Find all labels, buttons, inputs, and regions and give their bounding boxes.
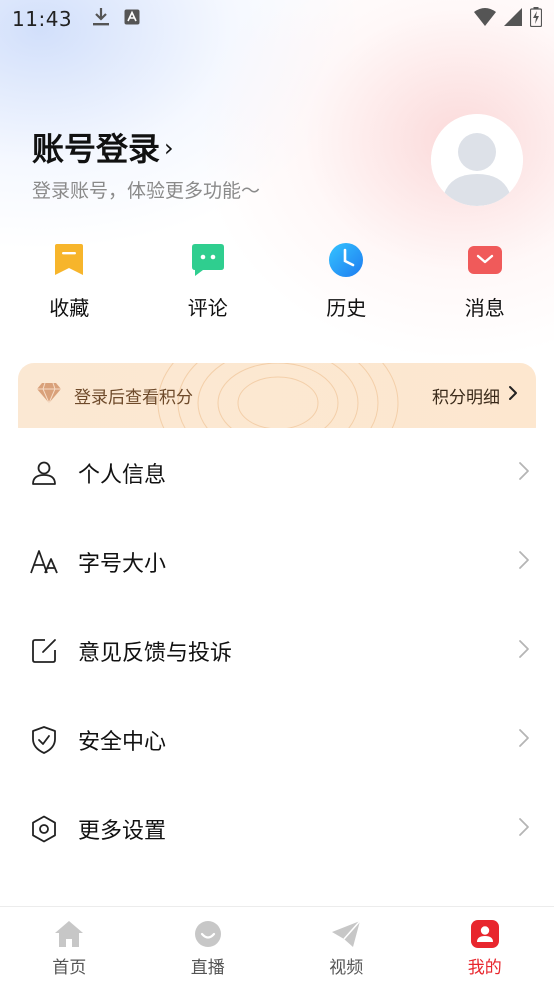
quick-action-favorites[interactable]: 收藏: [0, 242, 139, 322]
quick-action-comments[interactable]: 评论: [139, 242, 278, 322]
default-avatar-icon: [431, 114, 523, 206]
settings-icon: [30, 815, 58, 843]
settings-menu: 个人信息 字号大小 意见反馈与投诉 安全中心 更多设置: [0, 428, 554, 908]
chevron-right-icon: [518, 461, 530, 485]
live-icon: [193, 919, 223, 949]
tab-live[interactable]: 直播: [139, 907, 278, 984]
chevron-right-icon: [508, 385, 518, 405]
download-icon: [92, 7, 110, 31]
font-size-icon: [30, 548, 58, 576]
tab-video[interactable]: 视频: [277, 907, 416, 984]
status-time: 11:43: [12, 7, 73, 31]
menu-item-more-settings[interactable]: 更多设置: [0, 784, 554, 873]
login-title[interactable]: 账号登录 ›: [32, 124, 260, 170]
chevron-right-icon: [518, 550, 530, 574]
login-subtitle: 登录账号，体验更多功能～: [32, 180, 261, 202]
profile-icon: [470, 919, 500, 949]
menu-item-label: 更多设置: [78, 818, 167, 844]
quick-action-label: 历史: [326, 296, 367, 320]
menu-item-feedback[interactable]: 意见反馈与投诉: [0, 606, 554, 695]
signal-icon: [504, 8, 522, 30]
quick-action-label: 评论: [187, 296, 228, 320]
quick-action-label: 收藏: [49, 296, 90, 320]
menu-item-label: 个人信息: [78, 462, 167, 488]
home-icon: [54, 919, 84, 949]
quick-action-label: 消息: [464, 296, 505, 320]
comment-icon: [190, 242, 226, 278]
clock-icon: [328, 242, 364, 278]
shield-icon: [30, 725, 58, 754]
tab-label: 视频: [329, 958, 364, 978]
menu-item-personal-info[interactable]: 个人信息: [0, 428, 554, 517]
menu-item-label: 安全中心: [78, 729, 167, 755]
tab-home[interactable]: 首页: [0, 907, 139, 984]
mail-icon: [467, 242, 503, 278]
tab-label: 我的: [467, 958, 502, 978]
menu-item-label: 字号大小: [78, 551, 167, 577]
menu-item-label: 意见反馈与投诉: [78, 640, 233, 666]
tab-label: 首页: [52, 958, 87, 978]
chevron-right-icon: [518, 639, 530, 663]
chevron-right-icon: [518, 817, 530, 841]
quick-actions: 收藏 评论 历史 消息: [0, 242, 554, 322]
menu-item-font-size[interactable]: 字号大小: [0, 517, 554, 606]
status-bar: 11:43: [0, 0, 554, 38]
quick-action-history[interactable]: 历史: [277, 242, 416, 322]
tab-profile[interactable]: 我的: [416, 907, 554, 984]
bookmark-icon: [51, 242, 87, 278]
wifi-icon: [474, 8, 496, 30]
chevron-right-icon: ›: [164, 134, 174, 162]
menu-item-security-center[interactable]: 安全中心: [0, 695, 554, 784]
account-login-header[interactable]: 账号登录 › 登录账号，体验更多功能～: [32, 124, 260, 203]
video-icon: [331, 919, 361, 949]
chevron-right-icon: [518, 728, 530, 752]
avatar[interactable]: [431, 114, 523, 206]
login-title-text: 账号登录: [32, 130, 161, 168]
app-notification-icon: [124, 9, 140, 29]
battery-icon: [529, 7, 543, 31]
tab-label: 直播: [190, 958, 225, 978]
points-detail-link[interactable]: 积分明细: [432, 383, 518, 408]
diamond-icon: [36, 382, 62, 408]
person-icon: [30, 459, 58, 487]
points-detail-label: 积分明细: [432, 387, 500, 408]
quick-action-messages[interactable]: 消息: [416, 242, 554, 322]
points-login-prompt: 登录后查看积分: [74, 387, 193, 408]
edit-icon: [30, 637, 58, 665]
bottom-tab-bar: 首页 直播 视频 我的: [0, 906, 554, 984]
